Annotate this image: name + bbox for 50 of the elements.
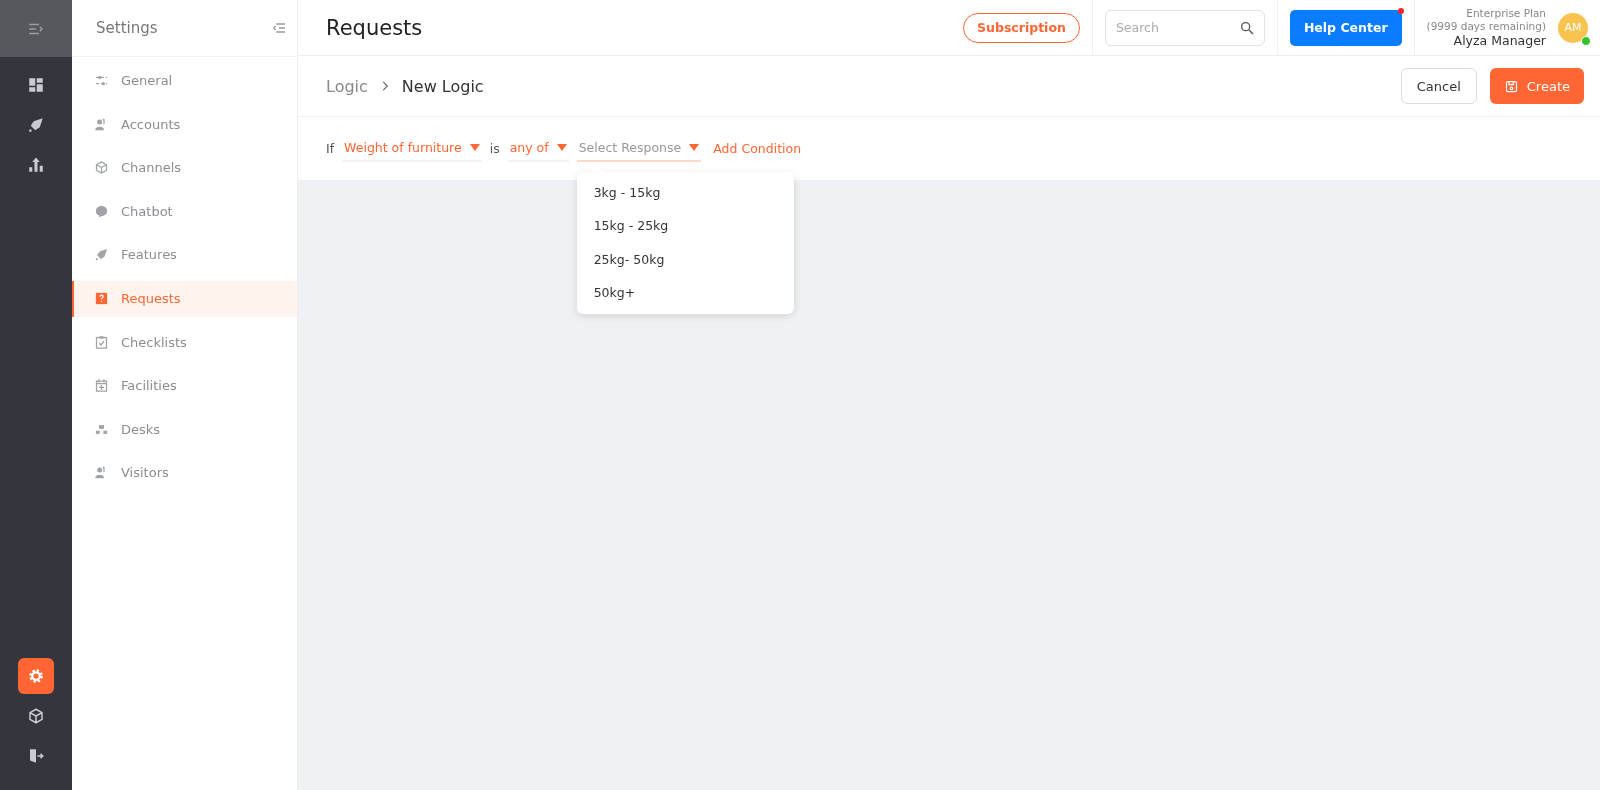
question-icon [94, 291, 109, 306]
condition-dropdown[interactable]: Select Response [576, 135, 702, 162]
cube-icon [27, 707, 45, 725]
condition-word: If [326, 141, 335, 156]
dropdown-option[interactable]: 50kg+ [576, 276, 794, 310]
caret-icon [689, 144, 700, 151]
search-icon [1238, 19, 1255, 36]
plan-name: Enterprise Plan [1466, 6, 1546, 20]
sidebar-item[interactable]: Facilities [72, 364, 297, 408]
subscription-button[interactable]: Subscription [963, 12, 1080, 43]
sidebar-item[interactable]: Channels [72, 146, 297, 190]
sidebar-item[interactable]: General [72, 59, 297, 103]
calendar-plus-icon [94, 378, 109, 394]
search-field[interactable]: Search [1104, 9, 1265, 46]
save-icon [1503, 78, 1519, 94]
rocket-icon [27, 116, 45, 134]
condition-word: is [489, 141, 500, 156]
user-name: Alyza Manager [1453, 32, 1546, 49]
breadcrumb-current: New Logic [401, 76, 484, 96]
speech-bubble-icon [94, 203, 109, 219]
sidebar-item[interactable]: Requests [72, 280, 297, 317]
rail-nav-button[interactable] [18, 658, 54, 694]
sidebar-item[interactable]: Accounts [72, 102, 297, 146]
caret-icon [556, 144, 567, 151]
condition-dropdown[interactable]: Weight of furniture [342, 135, 482, 162]
sidebar-title: Settings [96, 19, 158, 37]
add-condition-link[interactable]: Add Condition [713, 141, 802, 156]
settings-icon [27, 667, 45, 685]
logout-icon [27, 747, 45, 765]
dashboard-icon [27, 76, 45, 94]
page-title: Requests [326, 15, 424, 40]
cancel-button[interactable]: Cancel [1400, 68, 1477, 104]
clipboard-check-icon [94, 334, 109, 350]
chart-icon [27, 156, 45, 174]
sidebar-item[interactable]: Checklists [72, 320, 297, 364]
sidebar-item[interactable]: Desks [72, 407, 297, 451]
sidebar-item[interactable]: Features [72, 233, 297, 277]
plan-remaining: (9999 days remaining) [1426, 19, 1546, 33]
create-button[interactable]: Create [1489, 68, 1584, 104]
dropdown-option[interactable]: 25kg- 50kg [576, 242, 794, 276]
sidebar-item[interactable]: Chatbot [72, 189, 297, 233]
breadcrumb-link[interactable]: Logic [326, 76, 368, 96]
rocket-icon [94, 247, 109, 263]
cube-icon [94, 160, 109, 176]
condition-dropdown[interactable]: any of [507, 135, 569, 162]
help-center-button[interactable]: Help Center [1289, 9, 1402, 46]
dropdown-option[interactable]: 15kg - 25kg [576, 209, 794, 243]
caret-icon [469, 144, 480, 151]
dropdown-option[interactable]: 3kg - 15kg [576, 175, 794, 209]
sidebar-item[interactable]: Visitors [72, 451, 297, 495]
